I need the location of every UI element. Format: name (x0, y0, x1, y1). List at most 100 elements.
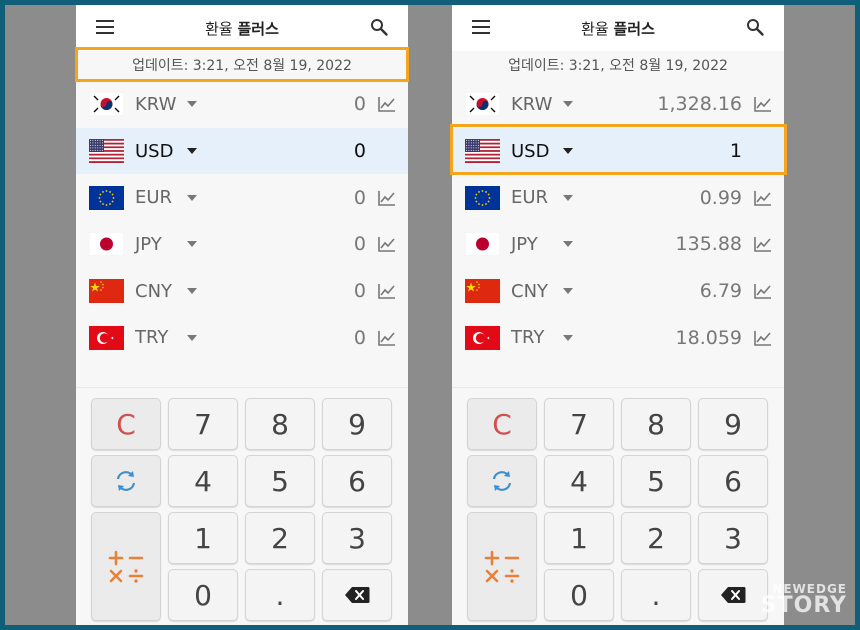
update-timestamp: 업데이트: 3:21, 오전 8월 19, 2022 (452, 51, 784, 81)
flag-us-icon (89, 139, 124, 164)
currency-value: 0 (353, 93, 366, 116)
key-7[interactable]: 7 (168, 398, 238, 450)
currency-code[interactable]: EUR (511, 187, 557, 208)
chart-line-icon[interactable] (378, 283, 396, 299)
caret-down-icon[interactable] (563, 334, 573, 341)
caret-down-icon[interactable] (187, 148, 197, 155)
currency-row-cny[interactable]: CNY 0 (76, 267, 408, 315)
currency-code[interactable]: JPY (511, 234, 557, 255)
currency-row-eur[interactable]: EUR 0 (76, 174, 408, 222)
currency-row-krw[interactable]: KRW 0 (76, 81, 408, 128)
backspace-button[interactable] (322, 569, 392, 621)
caret-down-icon[interactable] (187, 288, 197, 295)
chart-line-icon[interactable] (378, 236, 396, 253)
chart-line-icon[interactable] (754, 236, 772, 253)
caret-down-icon[interactable] (563, 194, 573, 201)
key-6[interactable]: 6 (698, 455, 768, 507)
currency-code[interactable]: EUR (135, 187, 181, 208)
currency-code[interactable]: JPY (135, 234, 181, 255)
chart-line-icon[interactable] (754, 96, 772, 113)
chart-line-icon[interactable] (754, 190, 772, 206)
currency-row-krw[interactable]: KRW 1,328.16 (452, 81, 784, 128)
flag-jp-icon (465, 232, 500, 257)
caret-down-icon[interactable] (563, 101, 573, 108)
phone-screen-left: 환율 플러스 업데이트: 3:21, 오전 8월 19, 2022 KRW 0 U… (76, 5, 408, 625)
chart-line-icon[interactable] (378, 96, 396, 113)
highlight-update-timestamp (75, 47, 409, 82)
chart-line-icon[interactable] (754, 283, 772, 299)
chart-line-icon[interactable] (754, 330, 772, 346)
key-2[interactable]: 2 (621, 512, 691, 564)
flag-cn-icon (89, 279, 124, 304)
caret-down-icon[interactable] (563, 241, 573, 248)
key-3[interactable]: 3 (322, 512, 392, 564)
currency-row-usd[interactable]: USD 0 (76, 127, 408, 175)
key-4[interactable]: 4 (544, 455, 614, 507)
currency-value: 0 (353, 326, 366, 349)
chart-line-icon[interactable] (378, 330, 396, 346)
currency-row-jpy[interactable]: JPY 135.88 (452, 221, 784, 268)
currency-code[interactable]: USD (135, 141, 181, 162)
refresh-icon (116, 471, 136, 491)
key-5[interactable]: 5 (245, 455, 315, 507)
key-3[interactable]: 3 (698, 512, 768, 564)
currency-code[interactable]: TRY (135, 327, 181, 348)
currency-row-jpy[interactable]: JPY 0 (76, 221, 408, 268)
clear-button[interactable]: C (467, 398, 537, 450)
key-8[interactable]: 8 (621, 398, 691, 450)
menu-icon[interactable] (472, 20, 490, 34)
key-5[interactable]: 5 (621, 455, 691, 507)
currency-list: KRW 0 USD 0 EUR 0 JPY 0 CNY 0 TRY 0 (76, 81, 408, 362)
key-7[interactable]: 7 (544, 398, 614, 450)
currency-row-try[interactable]: TRY 18.059 (452, 314, 784, 362)
key-8[interactable]: 8 (245, 398, 315, 450)
key-0[interactable]: 0 (168, 569, 238, 621)
currency-row-try[interactable]: TRY 0 (76, 314, 408, 362)
operators-button[interactable] (91, 512, 161, 621)
key-decimal[interactable]: . (621, 569, 691, 621)
backspace-button[interactable] (698, 569, 768, 621)
chart-line-icon[interactable] (378, 190, 396, 206)
refresh-button[interactable] (467, 455, 537, 507)
key-0[interactable]: 0 (544, 569, 614, 621)
currency-code[interactable]: TRY (511, 327, 557, 348)
flag-tr-icon (89, 325, 124, 350)
key-1[interactable]: 1 (168, 512, 238, 564)
currency-code[interactable]: CNY (135, 281, 181, 302)
key-9[interactable]: 9 (698, 398, 768, 450)
currency-code[interactable]: KRW (511, 94, 557, 115)
backspace-icon (721, 587, 746, 603)
key-9[interactable]: 9 (322, 398, 392, 450)
currency-value: 18.059 (675, 326, 742, 349)
caret-down-icon[interactable] (187, 194, 197, 201)
menu-icon[interactable] (96, 20, 114, 34)
flag-eu-icon (465, 185, 500, 210)
key-1[interactable]: 1 (544, 512, 614, 564)
clear-button[interactable]: C (91, 398, 161, 450)
caret-down-icon[interactable] (563, 288, 573, 295)
key-6[interactable]: 6 (322, 455, 392, 507)
currency-row-eur[interactable]: EUR 0.99 (452, 174, 784, 222)
caret-down-icon[interactable] (187, 101, 197, 108)
app-title: 환율 플러스 (205, 19, 279, 38)
key-decimal[interactable]: . (245, 569, 315, 621)
search-icon[interactable] (370, 18, 388, 36)
currency-row-cny[interactable]: CNY 6.79 (452, 267, 784, 315)
search-icon[interactable] (746, 18, 764, 36)
flag-kr-icon (465, 92, 500, 117)
caret-down-icon[interactable] (187, 241, 197, 248)
key-4[interactable]: 4 (168, 455, 238, 507)
currency-code[interactable]: CNY (511, 281, 557, 302)
phone-screen-right: 환율 플러스 업데이트: 3:21, 오전 8월 19, 2022 KRW 1,3… (452, 5, 784, 625)
refresh-button[interactable] (91, 455, 161, 507)
flag-kr-icon (89, 92, 124, 117)
app-bar: 환율 플러스 (452, 5, 784, 51)
caret-down-icon[interactable] (187, 334, 197, 341)
currency-value: 0 (353, 140, 366, 163)
operators-button[interactable] (467, 512, 537, 621)
operators-icon (484, 550, 520, 583)
currency-code[interactable]: KRW (135, 94, 181, 115)
flag-cn-icon (465, 279, 500, 304)
operators-icon (108, 550, 144, 583)
key-2[interactable]: 2 (245, 512, 315, 564)
